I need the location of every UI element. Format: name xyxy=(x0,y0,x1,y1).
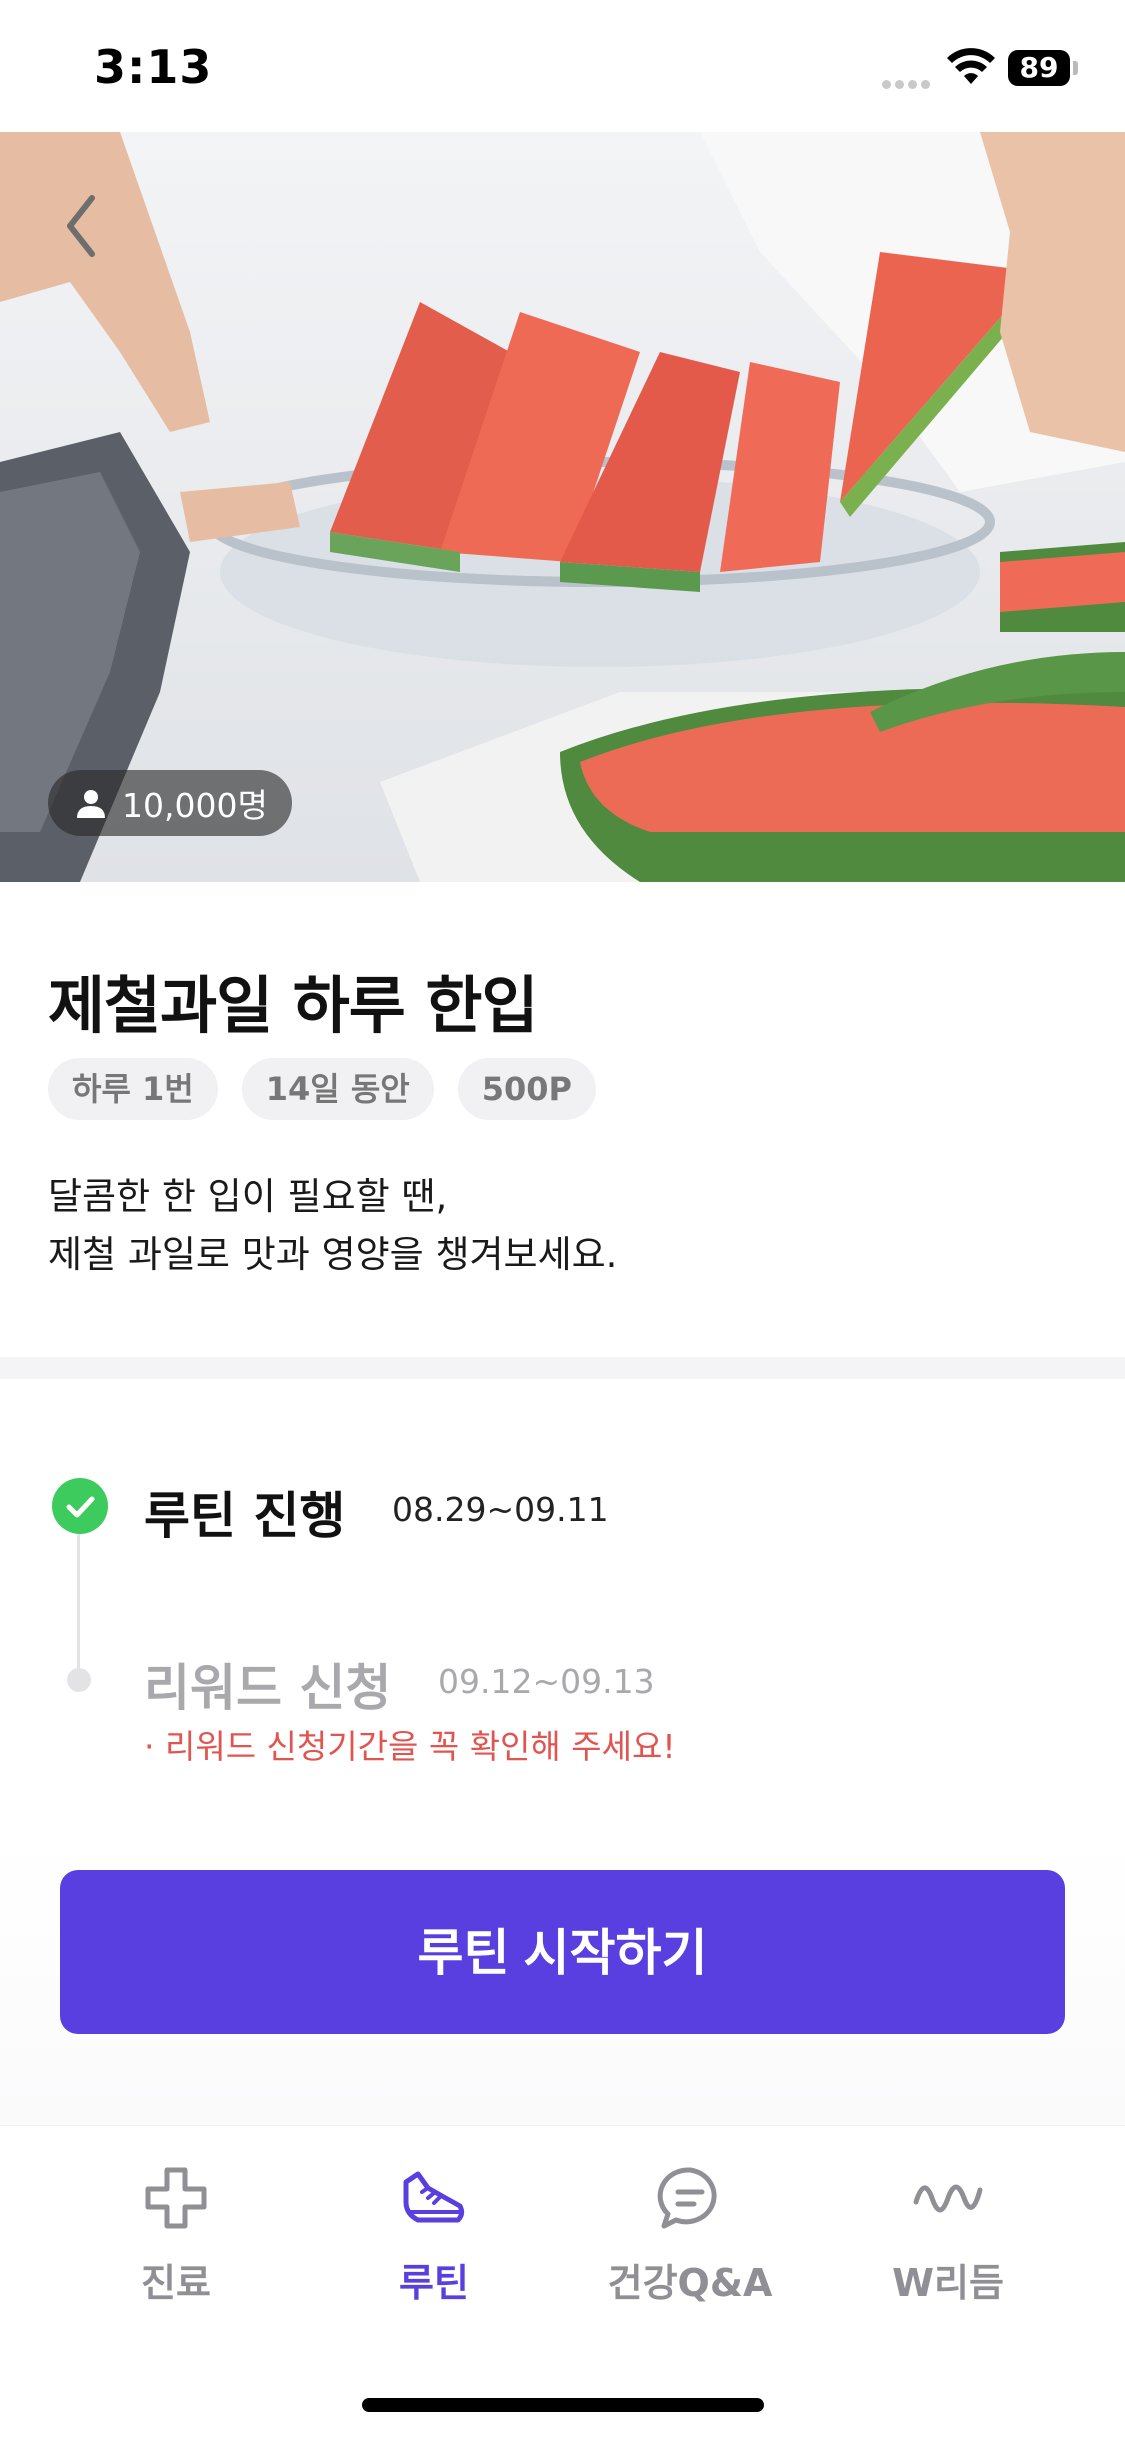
check-icon xyxy=(52,1478,108,1534)
tab-treatment[interactable]: 진료 xyxy=(66,2162,286,2307)
tab-label: 건강Q&A xyxy=(607,2261,773,2305)
tag-duration: 14일 동안 xyxy=(241,1058,434,1120)
description-line: 달콤한 한 입이 필요할 땐, xyxy=(48,1175,448,1218)
timeline-step-reward-date: 09.12~09.13 xyxy=(438,1662,655,1701)
cross-icon xyxy=(145,2167,207,2229)
timeline-dot xyxy=(67,1668,91,1692)
status-time: 3:13 xyxy=(94,40,213,94)
description-line: 제철 과일로 맛과 영양을 챙겨보세요. xyxy=(48,1233,618,1276)
section-divider xyxy=(0,1357,1125,1379)
timeline-step-progress: 루틴 진행 xyxy=(144,1487,346,1545)
bottom-tab-bar: 진료 루틴 건강Q&A W리듬 xyxy=(0,2125,1125,2437)
chat-bubble-icon xyxy=(657,2167,717,2229)
person-icon xyxy=(77,790,105,818)
tab-label: 진료 xyxy=(141,2261,211,2305)
hero-image: 10,000명 xyxy=(0,132,1125,882)
timeline-step-reward: 리워드 신청 xyxy=(144,1659,392,1717)
sneaker-icon xyxy=(403,2171,465,2223)
start-routine-button[interactable]: 루틴 시작하기 xyxy=(60,1870,1065,2034)
wifi-icon xyxy=(947,48,995,84)
home-indicator xyxy=(362,2398,764,2412)
tab-health-qa[interactable]: 건강Q&A xyxy=(580,2162,800,2307)
wave-icon xyxy=(913,2184,983,2213)
timeline-step-progress-date: 08.29~09.11 xyxy=(392,1490,609,1529)
battery-indicator: 89 xyxy=(1008,50,1070,86)
tab-label: 루틴 xyxy=(399,2261,469,2305)
reward-notice: · 리워드 신청기간을 꼭 확인해 주세요! xyxy=(144,1727,676,1766)
routine-title: 제철과일 하루 한입 xyxy=(48,969,538,1042)
back-chevron-icon[interactable] xyxy=(52,186,112,266)
participants-badge: 10,000명 xyxy=(48,770,292,836)
tab-w-rhythm[interactable]: W리듬 xyxy=(838,2162,1058,2307)
routine-tags: 하루 1번 14일 동안 500P xyxy=(48,1058,596,1120)
tab-label: W리듬 xyxy=(892,2261,1004,2305)
timeline-connector xyxy=(77,1530,80,1680)
routine-description: 달콤한 한 입이 필요할 땐, 제철 과일로 맛과 영양을 챙겨보세요. xyxy=(48,1168,617,1284)
battery-tip xyxy=(1073,61,1078,75)
participants-count: 10,000명 xyxy=(122,786,268,825)
tag-frequency: 하루 1번 xyxy=(48,1058,218,1120)
tab-routine[interactable]: 루틴 xyxy=(324,2162,544,2307)
cellular-signal-icon xyxy=(882,74,934,89)
tag-points: 500P xyxy=(457,1058,596,1120)
status-bar: 3:13 89 xyxy=(0,0,1125,132)
